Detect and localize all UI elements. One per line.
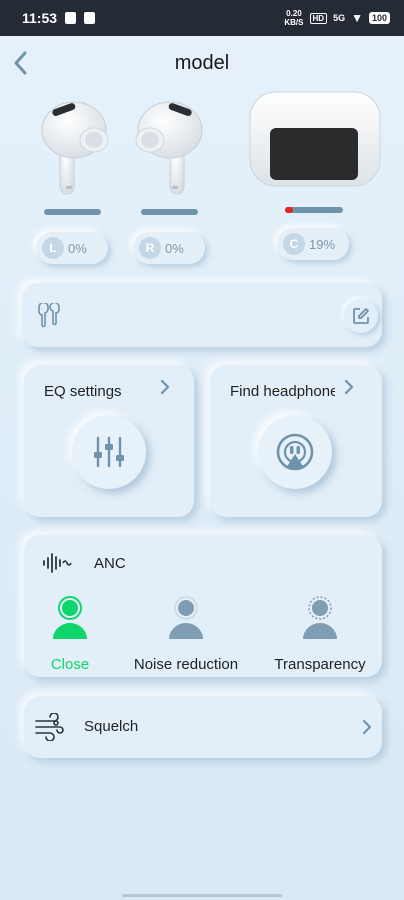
left-earbud-image: [41, 101, 109, 195]
status-bar: 11:53 0.20 KB/S HD 5G ▼ 100: [0, 0, 404, 36]
case-letter-badge: C: [283, 233, 305, 255]
wind-icon: [35, 713, 64, 741]
right-earbud-level-bar: [141, 209, 198, 215]
signal-indicator: 5G: [333, 13, 346, 23]
person-noise-reduction-icon: [169, 596, 203, 639]
person-transparency-icon: [303, 596, 337, 639]
anc-mode-transparency-label: Transparency: [274, 656, 366, 673]
find-button[interactable]: [258, 415, 332, 489]
chevron-right-icon: [344, 379, 354, 395]
charging-case-image: [249, 91, 381, 187]
right-earbud-image: [135, 101, 203, 195]
notification-icon: [65, 12, 77, 24]
find-headphones-card[interactable]: Find headphones: [210, 365, 382, 517]
anc-card: ANC Close Noise reduction Transparency: [24, 535, 382, 677]
find-headphones-icon: [276, 433, 314, 471]
wifi-icon: ▼: [351, 11, 363, 25]
clock: 11:53: [22, 10, 58, 26]
left-letter-badge: L: [42, 237, 64, 259]
squelch-label: Squelch: [84, 718, 139, 735]
volte-badge: HD: [309, 12, 328, 24]
case-battery-percent: 19%: [309, 236, 336, 252]
page-title: model: [174, 52, 230, 74]
anc-mode-close[interactable]: Close: [42, 595, 98, 673]
eq-settings-title: EQ settings: [44, 383, 122, 400]
anc-mode-noise-reduction[interactable]: Noise reduction: [124, 595, 248, 673]
anc-mode-transparency[interactable]: Transparency: [270, 595, 370, 673]
left-battery-pill: L 0%: [36, 232, 108, 264]
case-level-bar: [285, 207, 343, 213]
eq-button[interactable]: [72, 415, 146, 489]
edit-name-button[interactable]: [344, 299, 378, 333]
eq-settings-card[interactable]: EQ settings: [24, 365, 194, 517]
earbuds-icon: [38, 303, 60, 328]
anc-mode-noise-reduction-label: Noise reduction: [133, 656, 239, 673]
network-speed: 0.20 KB/S: [284, 9, 304, 27]
sound-wave-icon: [43, 553, 72, 573]
find-headphones-title: Find headphones: [230, 383, 335, 400]
case-battery-pill: C 19%: [277, 228, 349, 260]
right-battery-percent: 0%: [165, 240, 184, 256]
equalizer-icon: [94, 436, 124, 468]
device-name-card: [22, 283, 382, 347]
left-battery-percent: 0%: [68, 240, 87, 256]
right-letter-badge: R: [139, 237, 161, 259]
anc-mode-close-label: Close: [50, 656, 90, 673]
person-active-icon: [53, 596, 87, 639]
chevron-right-icon: [362, 719, 372, 735]
edit-icon: [353, 308, 369, 324]
chevron-right-icon: [160, 379, 170, 395]
left-earbud-level-bar: [44, 209, 101, 215]
anc-title: ANC: [94, 555, 126, 572]
app-notification-icon: [84, 12, 96, 24]
battery-indicator: 100: [368, 12, 390, 24]
squelch-card[interactable]: Squelch: [24, 696, 382, 758]
case-level-fill: [285, 207, 293, 213]
header: model: [0, 44, 404, 84]
home-indicator[interactable]: [122, 894, 282, 897]
right-battery-pill: R 0%: [133, 232, 205, 264]
